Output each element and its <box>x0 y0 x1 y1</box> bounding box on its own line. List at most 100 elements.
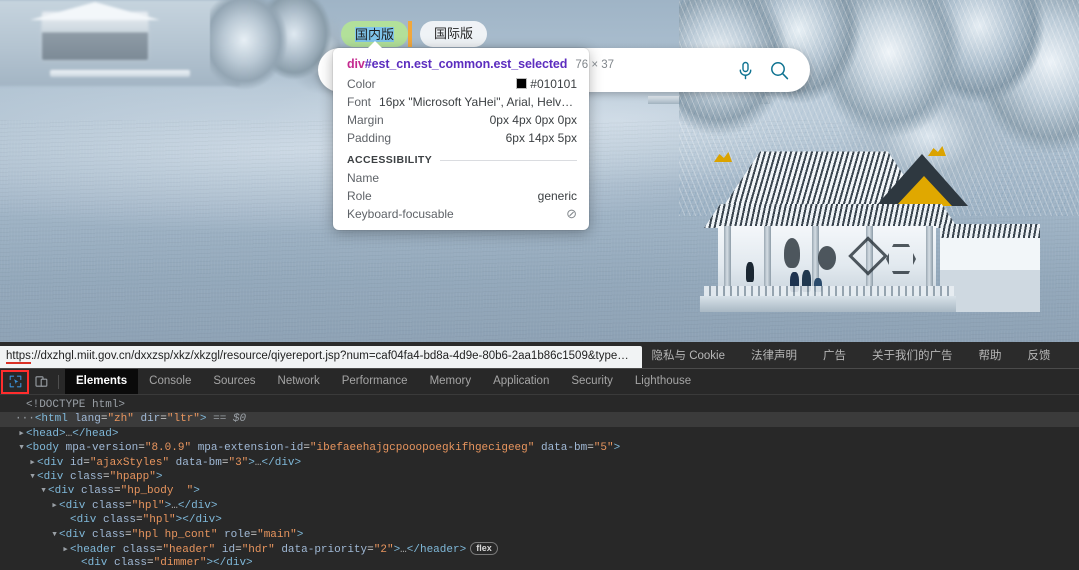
disclosure-triangle-icon[interactable]: ▾ <box>28 470 37 484</box>
device-toolbar-icon[interactable] <box>28 371 54 393</box>
microphone-icon[interactable] <box>728 53 762 87</box>
tab-console[interactable]: Console <box>138 369 202 394</box>
footer-link-ads[interactable]: 广告 <box>823 347 846 363</box>
dom-tree-row[interactable]: ▸<header class="header" id="hdr" data-pr… <box>0 541 1079 557</box>
lakeside-house <box>30 2 160 60</box>
disclosure-triangle-icon[interactable]: ▸ <box>28 456 37 470</box>
dom-row-markup: <div class="hpl hp_cont" role="main"> <box>59 528 304 541</box>
dom-row-markup: <div id="ajaxStyles" data-bm="3">…</div> <box>37 456 302 469</box>
footer-link-privacy[interactable]: 隐私与 Cookie <box>652 347 726 363</box>
pavilion-window-oval <box>818 246 836 270</box>
color-swatch-icon <box>516 78 528 89</box>
dom-row-markup: <div class="hpl">…</div> <box>59 499 218 512</box>
dom-row-markup: <!DOCTYPE html> <box>26 399 126 411</box>
inspect-color-value: #010101 <box>516 76 577 92</box>
a11y-name-key: Name <box>347 171 380 185</box>
inspect-tooltip-title: div#est_cn.est_common.est_selected 76 × … <box>333 56 614 75</box>
inspect-padding-value: 6px 14px 5px <box>505 131 577 145</box>
footer-link-feedback[interactable]: 反馈 <box>1028 347 1051 363</box>
inspect-row-font: Font 16px "Microsoft YaHei", Arial, Helv… <box>333 93 589 111</box>
dom-tree-row[interactable]: ▾<div class="hpl hp_cont" role="main"> <box>0 528 1079 542</box>
dom-row-markup: <div class="hpl"></div> <box>70 514 222 527</box>
dom-row-markup: <div class="hp_body "> <box>48 485 200 498</box>
screen-root: 国内版 国际版 隐私与 Cookie 法律声明 广告 关于我们的广告 帮助 反馈… <box>0 0 1079 570</box>
dom-tree-row[interactable]: <div class="hpl"></div> <box>0 513 1079 527</box>
dom-tree-row[interactable]: ▾<div class="hpapp"> <box>0 470 1079 484</box>
toolbar-divider <box>58 374 59 389</box>
disclosure-triangle-icon[interactable]: ▾ <box>17 441 26 455</box>
dom-row-markup: <body mpa-version="8.0.9" mpa-extension-… <box>26 442 621 455</box>
lakeside-dock <box>50 70 190 77</box>
dom-tree-row[interactable]: ▸<div id="ajaxStyles" data-bm="3">…</div… <box>0 456 1079 470</box>
status-bar-url: https://dxzhgl.miit.gov.cn/dxxzsp/xkz/xk… <box>0 346 642 368</box>
dom-row-markup: <header class="header" id="hdr" data-pri… <box>70 541 498 556</box>
disclosure-triangle-icon[interactable]: ▸ <box>17 427 26 441</box>
inspect-tooltip: div#est_cn.est_common.est_selected 76 × … <box>333 41 614 230</box>
edition-tab-international[interactable]: 国际版 <box>420 21 488 47</box>
tab-sources[interactable]: Sources <box>202 369 266 394</box>
a11y-row-focusable: Keyboard-focusable ⊘ <box>333 205 589 223</box>
tab-memory[interactable]: Memory <box>419 369 483 394</box>
inspect-row-padding: Padding 6px 14px 5px <box>333 129 589 147</box>
dom-tree-row[interactable]: <!DOCTYPE html> <box>0 398 1079 412</box>
dom-row-spacer <box>72 556 81 570</box>
tab-lighthouse[interactable]: Lighthouse <box>624 369 702 394</box>
a11y-row-role: Role generic <box>333 187 589 205</box>
disclosure-triangle-icon[interactable]: ▸ <box>61 543 70 557</box>
pavilion-gable-gold-panel <box>896 176 952 206</box>
dom-row-markup: <div class="dimmer"></div> <box>81 557 253 570</box>
status-url-rest: ://dxzhgl.miit.gov.cn/dxxzsp/xkz/xkzgl/r… <box>30 350 642 362</box>
page-viewport: 国内版 国际版 隐私与 Cookie 法律声明 广告 关于我们的广告 帮助 反馈… <box>0 0 1079 368</box>
devtools-toolbar: Elements Console Sources Network Perform… <box>0 369 1079 395</box>
search-icon[interactable] <box>762 53 796 87</box>
a11y-row-name: Name <box>333 169 589 187</box>
dom-row-markup: <div class="hpapp"> <box>37 470 163 483</box>
snowy-trees-left <box>210 0 340 102</box>
inspect-font-value: 16px "Microsoft YaHei", Arial, Helvetica… <box>379 95 575 109</box>
inspect-row-margin: Margin 0px 4px 0px 0px <box>333 111 589 129</box>
footer-link-help[interactable]: 帮助 <box>979 347 1002 363</box>
dom-tree-row[interactable]: ▾<div class="hp_body "> <box>0 484 1079 498</box>
status-url-scheme: https <box>6 350 31 364</box>
inspect-font-key: Font <box>347 95 372 109</box>
inspect-padding-key: Padding <box>347 131 392 145</box>
footer-links: 隐私与 Cookie 法律声明 广告 关于我们的广告 帮助 反馈 <box>652 347 1051 363</box>
dom-row-spacer <box>6 412 15 426</box>
tab-application[interactable]: Application <box>482 369 560 394</box>
dom-tree-row[interactable]: ▸<head>…</head> <box>0 427 1079 441</box>
dom-row-markup: ···<html lang="zh" dir="ltr"> == $0 <box>15 413 247 426</box>
dom-tree-row[interactable]: <div class="dimmer"></div> <box>0 556 1079 570</box>
tab-network[interactable]: Network <box>267 369 331 394</box>
disclosure-triangle-icon[interactable]: ▸ <box>50 499 59 513</box>
disclosure-triangle-icon[interactable]: ▾ <box>39 484 48 498</box>
tab-security[interactable]: Security <box>560 369 624 394</box>
accessibility-section-rule <box>440 159 577 161</box>
tab-elements[interactable]: Elements <box>65 369 139 394</box>
devtools-panel: Elements Console Sources Network Perform… <box>0 368 1079 570</box>
dom-tree-row[interactable]: ▾<body mpa-version="8.0.9" mpa-extension… <box>0 441 1079 455</box>
accessibility-section-header: ACCESSIBILITY <box>333 147 589 169</box>
footer-link-about-ads[interactable]: 关于我们的广告 <box>872 347 953 363</box>
disclosure-triangle-icon[interactable]: ▾ <box>50 528 59 542</box>
footer-link-legal[interactable]: 法律声明 <box>751 347 797 363</box>
inspect-element-icon[interactable] <box>1 369 29 394</box>
edition-tab-group: 国内版 国际版 <box>341 21 488 47</box>
dom-tree[interactable]: <!DOCTYPE html> ···<html lang="zh" dir="… <box>0 395 1079 570</box>
dom-row-markup: <head>…</head> <box>26 427 119 440</box>
accessibility-section-label: ACCESSIBILITY <box>347 154 433 166</box>
chinese-pavilion <box>690 120 1040 320</box>
inspect-margin-key: Margin <box>347 113 384 127</box>
inspect-margin-value: 0px 4px 0px 0px <box>489 113 577 127</box>
tab-performance[interactable]: Performance <box>331 369 419 394</box>
edition-tab-domestic-label: 国内版 <box>355 27 395 42</box>
inspect-tag-name: div <box>347 57 365 71</box>
devtools-tab-bar: Elements Console Sources Network Perform… <box>65 369 702 394</box>
far-bank-left <box>0 0 240 86</box>
dom-tree-row[interactable]: ···<html lang="zh" dir="ltr"> == $0 <box>0 412 1079 427</box>
a11y-focusable-key: Keyboard-focusable <box>347 207 454 221</box>
dom-tree-row[interactable]: ▸<div class="hpl">…</div> <box>0 499 1079 513</box>
pavilion-base-platform <box>700 296 956 312</box>
pavilion-window-round <box>784 238 800 268</box>
inspect-row-color: Color #010101 <box>333 75 589 93</box>
edition-tab-international-label: 国际版 <box>434 26 474 41</box>
